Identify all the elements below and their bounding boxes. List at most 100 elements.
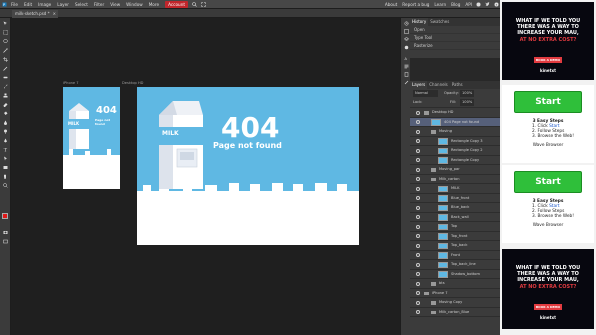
layer-row[interactable]: Desktop HD — [410, 108, 500, 118]
visibility-eye-icon[interactable] — [416, 291, 420, 295]
paragraph-panel-icon[interactable] — [404, 64, 409, 69]
visibility-eye-icon[interactable] — [416, 281, 420, 286]
menu-select[interactable]: Select — [75, 2, 88, 7]
menu-more[interactable]: More — [149, 2, 159, 7]
account-button[interactable]: Account — [165, 0, 188, 8]
character-panel-icon[interactable]: A — [404, 56, 409, 61]
opacity-value[interactable]: 100% — [460, 90, 475, 97]
artboard-desktop[interactable]: MILK 404 Page not found — [137, 87, 359, 245]
layer-row[interactable]: Shadow_bottom — [410, 270, 500, 279]
healing-brush-icon[interactable] — [3, 75, 8, 80]
visibility-eye-icon[interactable] — [416, 215, 420, 219]
ad-demo-button[interactable]: BOOK A DEMO — [534, 57, 562, 63]
tab-history[interactable]: History — [410, 18, 429, 26]
layer-row[interactable]: Top — [410, 222, 500, 232]
history-panel-icon[interactable] — [404, 21, 409, 26]
layer-row[interactable]: Blue_front — [410, 194, 500, 203]
fill-value[interactable]: 100% — [460, 99, 475, 106]
screen-mode-icon[interactable] — [3, 239, 8, 244]
reddit-icon[interactable] — [476, 2, 481, 7]
shape-tool-icon[interactable] — [3, 165, 8, 170]
tab-swatches[interactable]: Swatches — [428, 18, 451, 26]
marquee-tool-icon[interactable] — [3, 30, 8, 35]
visibility-eye-icon[interactable] — [416, 186, 420, 191]
ad-banner-bottom[interactable]: WHAT IF WE TOLD YOU THERE WAS A WAY TO I… — [502, 249, 594, 329]
layer-row[interactable]: Rectangle Copy 2 — [410, 146, 500, 156]
clone-stamp-icon[interactable] — [3, 93, 8, 98]
brush-tool-icon[interactable] — [3, 84, 8, 89]
visibility-eye-icon[interactable] — [416, 300, 420, 305]
ad-start-2[interactable]: Start 3 Easy Steps 1. Click Start 2. Fol… — [502, 165, 594, 243]
zoom-tool-icon[interactable] — [3, 183, 8, 188]
app-logo-icon[interactable]: P — [2, 2, 7, 7]
menu-api[interactable]: API — [465, 2, 472, 7]
menu-blog[interactable]: Blog — [451, 2, 460, 7]
history-item[interactable]: Rasterize — [410, 42, 500, 50]
layer-row[interactable]: 404 Page not found — [410, 117, 500, 127]
lasso-tool-icon[interactable] — [3, 39, 8, 44]
brush-panel-icon[interactable] — [404, 80, 409, 85]
layer-row[interactable]: Moving_par — [410, 165, 500, 175]
menu-filter[interactable]: Filter — [94, 2, 104, 7]
blend-mode-select[interactable]: Normal — [413, 90, 439, 97]
tab-channels[interactable]: Channels — [427, 81, 450, 89]
paint-bucket-icon[interactable] — [3, 111, 8, 116]
history-item[interactable]: Open — [410, 26, 500, 34]
menu-image[interactable]: Image — [38, 2, 51, 7]
menu-report-bug[interactable]: Report a bug — [402, 2, 429, 7]
visibility-eye-icon[interactable] — [416, 120, 420, 124]
pen-tool-icon[interactable] — [3, 138, 8, 143]
swatches-panel-icon[interactable] — [403, 29, 409, 34]
menu-learn[interactable]: Learn — [434, 2, 446, 7]
menu-edit[interactable]: Edit — [24, 2, 32, 7]
canvas-area[interactable]: iPhone 7 Desktop HD MILK 404 Page not fo… — [11, 18, 400, 335]
visibility-eye-icon[interactable] — [416, 129, 420, 134]
layer-row[interactable]: Moving — [410, 127, 500, 137]
path-select-icon[interactable] — [3, 156, 8, 161]
visibility-eye-icon[interactable] — [416, 243, 420, 248]
visibility-eye-icon[interactable] — [416, 205, 420, 210]
css-panel-icon[interactable] — [404, 72, 409, 77]
magic-wand-icon[interactable] — [3, 48, 8, 53]
artboard-iphone[interactable]: MILK 404 Page not found — [63, 87, 120, 189]
document-tab[interactable]: milk-sketch.psd * × — [12, 10, 58, 18]
menu-file[interactable]: File — [11, 2, 18, 7]
layer-row[interactable]: Milk_carton_Blue — [410, 308, 500, 317]
visibility-eye-icon[interactable] — [416, 167, 420, 172]
visibility-eye-icon[interactable] — [416, 196, 420, 200]
start-button[interactable]: Start — [514, 91, 582, 113]
layer-row[interactable]: Top_back — [410, 241, 500, 251]
hand-tool-icon[interactable] — [3, 174, 8, 179]
dodge-tool-icon[interactable] — [3, 129, 8, 134]
layer-row[interactable]: Back_wall — [410, 213, 500, 222]
layer-row[interactable]: iPhone 7 — [410, 289, 500, 298]
visibility-eye-icon[interactable] — [416, 310, 420, 314]
foreground-color[interactable] — [2, 213, 8, 219]
start-button[interactable]: Start — [514, 171, 582, 193]
ad-start-1[interactable]: Start 3 Easy Steps 1. Click Start 2. Fol… — [502, 85, 594, 163]
fullscreen-icon[interactable] — [201, 1, 206, 7]
visibility-eye-icon[interactable] — [416, 158, 420, 162]
menu-view[interactable]: View — [110, 2, 120, 7]
menu-layer[interactable]: Layer — [57, 2, 69, 7]
layer-row[interactable]: Milk_carton — [410, 175, 500, 184]
quick-mask-icon[interactable] — [3, 230, 8, 235]
blur-tool-icon[interactable] — [3, 120, 8, 125]
close-tab-icon[interactable]: × — [53, 10, 56, 18]
visibility-eye-icon[interactable] — [416, 224, 420, 229]
twitter-icon[interactable] — [485, 2, 490, 7]
tab-layers[interactable]: Layers — [410, 81, 428, 89]
move-tool-icon[interactable] — [3, 21, 8, 26]
layer-row[interactable]: MILK — [410, 184, 500, 194]
facebook-icon[interactable]: f — [494, 2, 499, 7]
layer-row[interactable]: Moving Copy — [410, 298, 500, 308]
visibility-eye-icon[interactable] — [416, 272, 420, 276]
adjustments-panel-icon[interactable] — [404, 45, 409, 50]
type-tool-icon[interactable]: T — [3, 147, 8, 153]
menu-window[interactable]: Window — [126, 2, 143, 7]
ad-banner-top[interactable]: WHAT IF WE TOLD YOU THERE WAS A WAY TO I… — [502, 2, 594, 80]
visibility-eye-icon[interactable] — [416, 148, 420, 153]
layer-row[interactable]: Rectangle Copy 3 — [410, 137, 500, 146]
layer-row[interactable]: Top_front — [410, 232, 500, 241]
layer-row[interactable]: bts — [410, 279, 500, 289]
